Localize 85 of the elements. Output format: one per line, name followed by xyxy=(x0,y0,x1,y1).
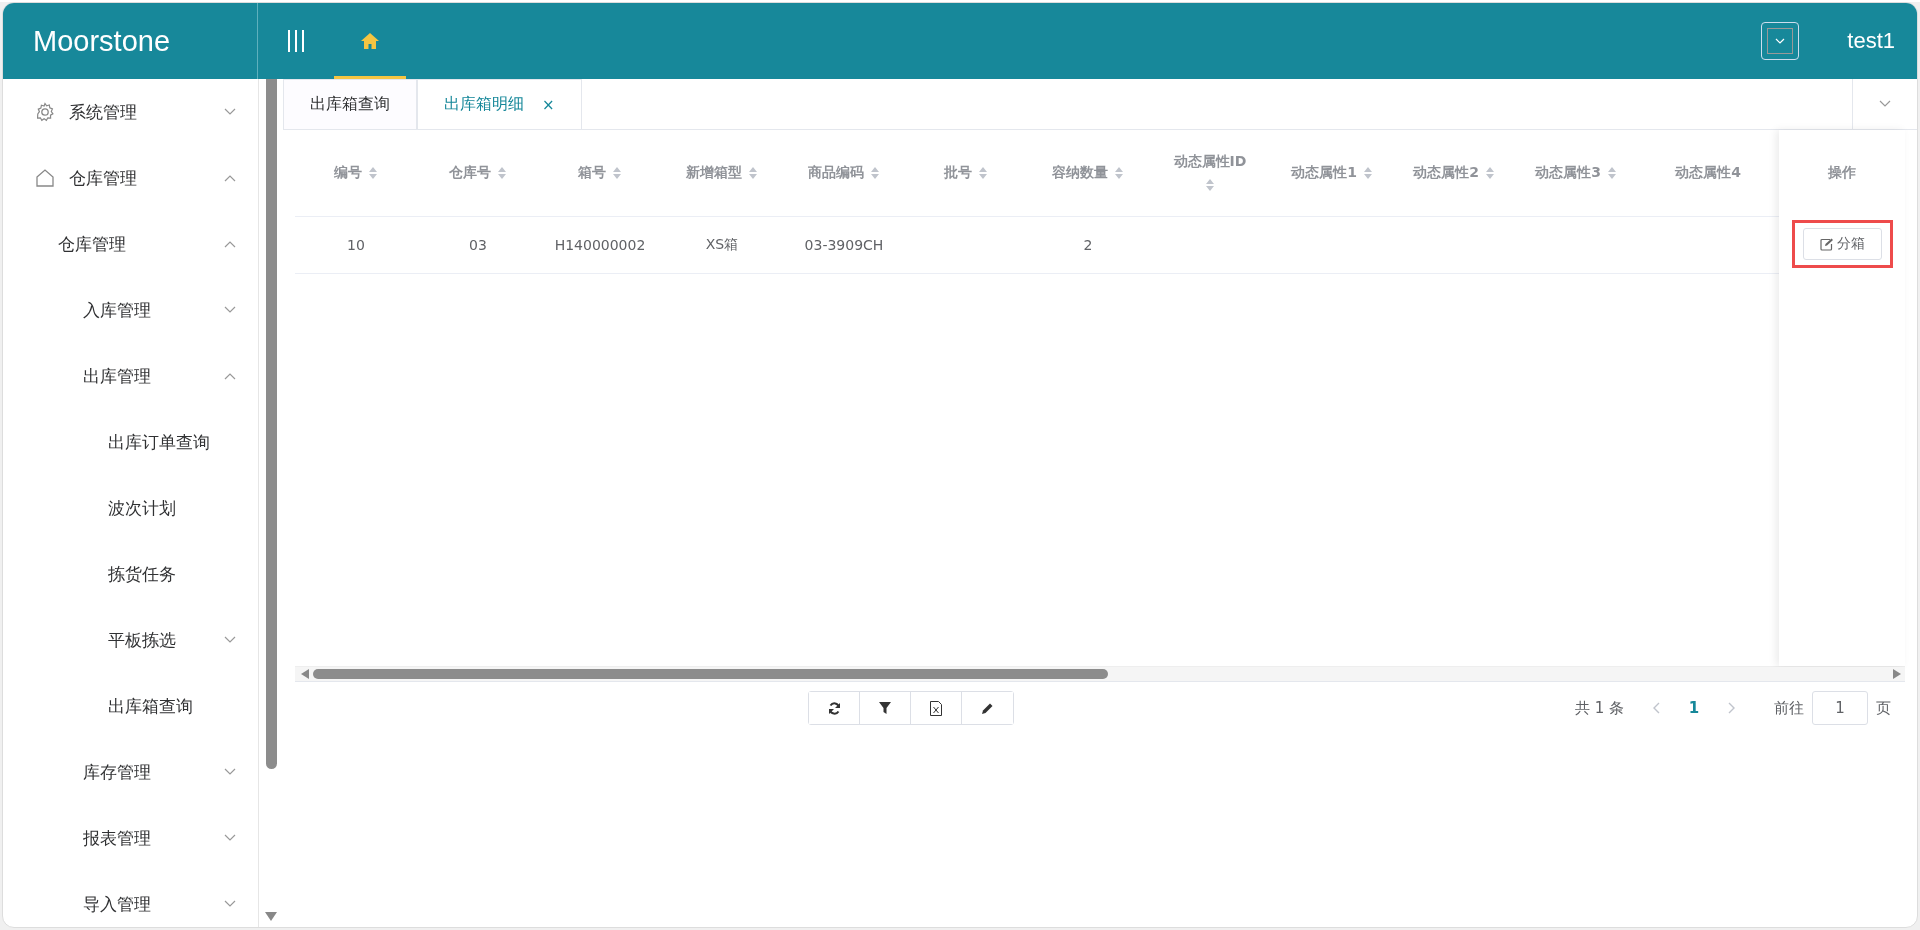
edit-icon xyxy=(1819,237,1833,251)
scrollbar-thumb[interactable] xyxy=(265,79,277,769)
column-header: 动态属性1 xyxy=(1291,164,1357,182)
chevron-down-icon xyxy=(1775,38,1786,44)
sort-icon[interactable] xyxy=(748,165,758,181)
scroll-left-icon[interactable] xyxy=(301,669,309,679)
sort-icon[interactable] xyxy=(1205,177,1215,193)
split-box-button[interactable]: 分箱 xyxy=(1802,228,1882,260)
column-header: 箱号 xyxy=(578,164,606,182)
house-icon xyxy=(35,168,55,188)
table-cell: XS箱 xyxy=(705,236,739,254)
sidebar-item[interactable]: 仓库管理 xyxy=(3,211,258,277)
filter-icon xyxy=(879,702,891,714)
table-cell: 03-3909CH xyxy=(804,237,884,253)
page-suffix: 页 xyxy=(1876,698,1891,718)
scroll-right-icon[interactable] xyxy=(1893,669,1901,679)
table-cell: 2 xyxy=(1083,237,1093,253)
column-header: 批号 xyxy=(944,164,972,182)
chevron-down-icon xyxy=(224,834,236,842)
sidebar-item[interactable]: 出库订单查询 xyxy=(3,409,258,475)
sidebar-item[interactable]: 出库箱查询 xyxy=(3,673,258,739)
dropdown-button[interactable] xyxy=(1761,22,1800,60)
sort-icon[interactable] xyxy=(978,165,988,181)
settings-icon xyxy=(35,102,55,122)
sort-icon[interactable] xyxy=(1606,165,1617,181)
sidebar-item[interactable]: 拣货任务 xyxy=(3,541,258,607)
home-icon xyxy=(360,32,380,50)
pencil-icon xyxy=(981,701,994,715)
chevron-down-icon xyxy=(1879,100,1891,108)
sidebar-item[interactable]: 入库管理 xyxy=(3,277,258,343)
table-cell: 10 xyxy=(347,237,365,253)
chevron-up-icon xyxy=(224,372,236,380)
page-tab[interactable]: 出库箱明细 × xyxy=(417,79,582,129)
close-icon[interactable]: × xyxy=(542,95,555,114)
chevron-down-icon xyxy=(224,768,236,776)
sort-icon[interactable] xyxy=(497,165,507,181)
sidebar-item[interactable]: 库存管理 xyxy=(3,739,258,805)
chevron-up-icon xyxy=(224,174,236,182)
app-logo: Moorstone xyxy=(3,3,258,79)
sort-icon[interactable] xyxy=(1114,165,1124,181)
tab-label: 出库箱明细 xyxy=(444,94,524,115)
sidebar-item[interactable]: 平板拣选 xyxy=(3,607,258,673)
sidebar-item[interactable]: 仓库管理 xyxy=(3,145,258,211)
previous-page-icon[interactable] xyxy=(1652,702,1660,714)
column-header: 动态属性3 xyxy=(1535,164,1601,182)
total-count: 共 1 条 xyxy=(1574,698,1624,718)
page-number[interactable]: 1 xyxy=(1674,699,1714,717)
column-header: 操作 xyxy=(1828,164,1856,182)
sort-icon[interactable] xyxy=(870,165,880,181)
goto-label: 前往 xyxy=(1774,698,1804,718)
sidebar-item[interactable]: 导入管理 xyxy=(3,871,258,927)
chevron-down-icon xyxy=(224,108,236,116)
table-cell: 03 xyxy=(469,237,487,253)
refresh-icon xyxy=(827,701,841,715)
page-input[interactable]: 1 xyxy=(1812,691,1868,725)
column-header: 动态属性2 xyxy=(1413,164,1479,182)
column-header: 新增箱型 xyxy=(686,164,742,182)
sort-icon[interactable] xyxy=(1362,165,1373,181)
tab-label: 出库箱查询 xyxy=(310,94,390,115)
sidebar-item[interactable]: 波次计划 xyxy=(3,475,258,541)
user-name[interactable]: test1 xyxy=(1847,3,1895,79)
scrollbar-thumb[interactable] xyxy=(313,669,1108,679)
sort-icon[interactable] xyxy=(1484,165,1495,181)
chevron-up-icon xyxy=(224,240,236,248)
chevron-down-icon xyxy=(224,900,236,908)
refresh-button[interactable] xyxy=(809,692,860,724)
chevron-down-icon xyxy=(224,306,236,314)
column-header: 动态属性ID xyxy=(1173,153,1247,171)
table-cell: H140000002 xyxy=(554,237,646,253)
column-header: 动态属性4 xyxy=(1675,164,1741,182)
column-header: 商品编码 xyxy=(808,164,864,182)
sort-icon[interactable] xyxy=(368,165,378,181)
sort-icon[interactable] xyxy=(612,165,622,181)
menu-icon[interactable] xyxy=(287,29,305,53)
chevron-down-icon xyxy=(224,636,236,644)
page-tab[interactable]: 出库箱查询 xyxy=(283,79,417,129)
sidebar-item[interactable]: 系统管理 xyxy=(3,79,258,145)
column-header: 仓库号 xyxy=(449,164,491,182)
next-page-icon[interactable] xyxy=(1728,702,1736,714)
spreadsheet-file-icon xyxy=(930,700,942,716)
column-header: 容纳数量 xyxy=(1052,164,1108,182)
scroll-down-icon[interactable] xyxy=(265,912,277,921)
sidebar-item[interactable]: 报表管理 xyxy=(3,805,258,871)
sidebar-item[interactable]: 出库管理 xyxy=(3,343,258,409)
column-header: 编号 xyxy=(334,164,362,182)
